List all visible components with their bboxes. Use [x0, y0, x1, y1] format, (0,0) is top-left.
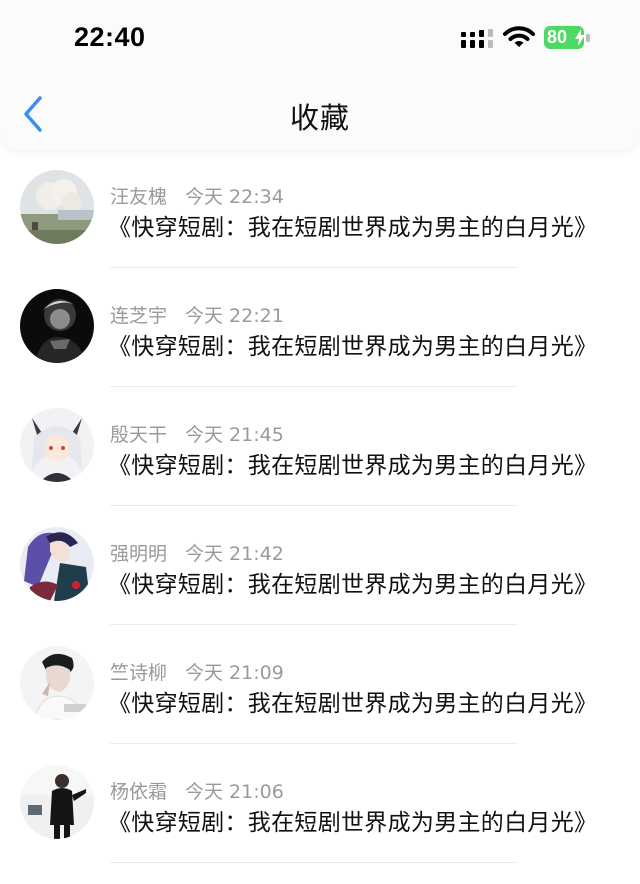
battery-indicator: 80 [544, 26, 592, 50]
list-item[interactable]: 连芝宇 今天 22:21 《快穿短剧：我在短剧世界成为男主的白月光》 [0, 269, 640, 388]
list-item[interactable]: 强明明 今天 21:42 《快穿短剧：我在短剧世界成为男主的白月光》 [0, 507, 640, 626]
post-content: 《快穿短剧：我在短剧世界成为男主的白月光》 [108, 691, 598, 717]
divider [110, 505, 518, 506]
timestamp: 今天 21:09 [185, 662, 284, 684]
favorites-list: 汪友槐 今天 22:34 《快穿短剧：我在短剧世界成为男主的白月光》 连芝宇 今天 … [0, 150, 640, 864]
wifi-icon [503, 26, 535, 47]
charging-bolt-icon [575, 29, 585, 46]
user-name: 杨依霜 [110, 781, 168, 803]
screen: 22:40 80 收藏 汪友槐 今天 22:34 《快穿短剧：我在短剧世界成为男… [0, 0, 640, 884]
user-name: 强明明 [110, 543, 168, 565]
avatar[interactable] [20, 646, 94, 720]
divider [110, 743, 518, 744]
user-name: 竺诗柳 [110, 662, 168, 684]
list-item[interactable]: 汪友槐 今天 22:34 《快穿短剧：我在短剧世界成为男主的白月光》 [0, 150, 640, 269]
post-content: 《快穿短剧：我在短剧世界成为男主的白月光》 [108, 215, 598, 241]
item-meta: 强明明 今天 21:42 [110, 539, 284, 566]
avatar[interactable] [20, 289, 94, 363]
avatar[interactable] [20, 527, 94, 601]
user-name: 汪友槐 [110, 186, 168, 208]
list-item[interactable]: 竺诗柳 今天 21:09 《快穿短剧：我在短剧世界成为男主的白月光》 [0, 626, 640, 745]
avatar[interactable] [20, 170, 94, 244]
status-time: 22:40 [74, 22, 146, 52]
avatar[interactable] [20, 765, 94, 839]
timestamp: 今天 22:34 [185, 186, 284, 208]
timestamp: 今天 21:42 [185, 543, 284, 565]
header-bar: 22:40 80 收藏 [0, 0, 640, 150]
battery-tip [586, 34, 590, 42]
user-name: 殷天干 [110, 424, 168, 446]
item-meta: 汪友槐 今天 22:34 [110, 182, 284, 209]
timestamp: 今天 22:21 [185, 305, 284, 327]
timestamp: 今天 21:06 [185, 781, 284, 803]
divider [110, 386, 518, 387]
item-meta: 杨依霜 今天 21:06 [110, 777, 284, 804]
item-meta: 连芝宇 今天 22:21 [110, 301, 284, 328]
post-content: 《快穿短剧：我在短剧世界成为男主的白月光》 [108, 334, 598, 360]
post-content: 《快穿短剧：我在短剧世界成为男主的白月光》 [108, 453, 598, 479]
list-item[interactable]: 杨依霜 今天 21:06 《快穿短剧：我在短剧世界成为男主的白月光》 [0, 745, 640, 864]
item-meta: 殷天干 今天 21:45 [110, 420, 284, 447]
cellular-signal-icon [461, 29, 493, 48]
avatar[interactable] [20, 408, 94, 482]
divider [110, 624, 518, 625]
divider [110, 862, 518, 863]
list-item[interactable]: 殷天干 今天 21:45 《快穿短剧：我在短剧世界成为男主的白月光》 [0, 388, 640, 507]
post-content: 《快穿短剧：我在短剧世界成为男主的白月光》 [108, 572, 598, 598]
user-name: 连芝宇 [110, 305, 168, 327]
item-meta: 竺诗柳 今天 21:09 [110, 658, 284, 685]
post-content: 《快穿短剧：我在短剧世界成为男主的白月光》 [108, 810, 598, 836]
timestamp: 今天 21:45 [185, 424, 284, 446]
divider [110, 267, 518, 268]
page-title: 收藏 [289, 101, 350, 135]
